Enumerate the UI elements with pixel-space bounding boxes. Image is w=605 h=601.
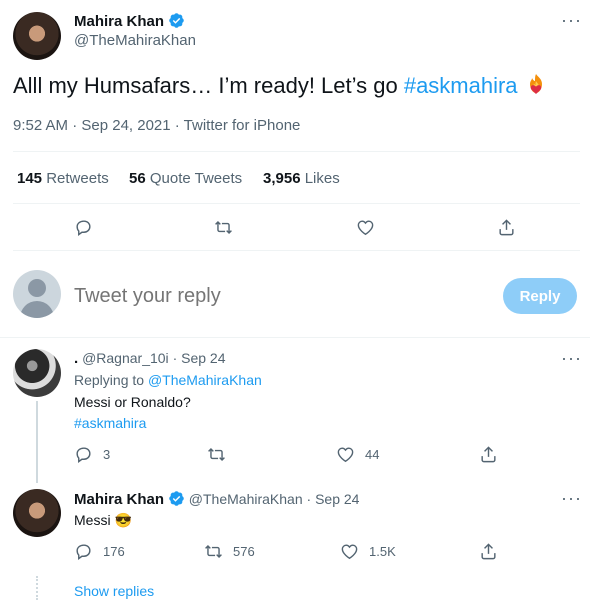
reply-retweet-button[interactable]: 576 xyxy=(204,542,255,561)
replying-to-handle[interactable]: @TheMahiraKhan xyxy=(148,372,262,388)
reply-icon xyxy=(76,447,91,464)
like-icon xyxy=(341,544,358,560)
thread-line-dotted xyxy=(36,576,38,600)
fire-heart-emoji-icon xyxy=(529,74,542,94)
sunglasses-emoji-icon: 😎 xyxy=(114,512,132,528)
quotes-label: Quote Tweets xyxy=(149,170,243,187)
share-button[interactable] xyxy=(497,218,516,237)
reply-text: Messi or Ronaldo? xyxy=(74,394,191,410)
retweets-label: Retweets xyxy=(46,170,109,187)
share-icon xyxy=(499,219,514,236)
reply-handle[interactable]: @TheMahiraKhan xyxy=(189,491,303,507)
retweets-count: 145 xyxy=(17,170,43,187)
reply-avatar[interactable] xyxy=(13,349,61,397)
reply-name[interactable]: Mahira Khan xyxy=(74,491,164,508)
share-icon xyxy=(481,543,496,560)
like-icon xyxy=(337,447,354,463)
reply-button[interactable] xyxy=(74,218,93,237)
author-handle[interactable]: @TheMahiraKhan xyxy=(74,32,196,49)
divider xyxy=(13,203,580,204)
reply-share-button[interactable] xyxy=(479,445,498,464)
reply-share-button[interactable] xyxy=(479,542,498,561)
reply-retweet-button[interactable] xyxy=(207,445,226,464)
more-icon[interactable]: ··· xyxy=(561,349,582,367)
reply-avatar[interactable] xyxy=(13,489,61,537)
reply-like-button[interactable]: 44 xyxy=(336,445,379,464)
show-replies-link[interactable]: Show replies xyxy=(74,583,154,599)
replying-to-label: Replying to xyxy=(74,372,145,388)
tweet-text-body: Alll my Humsafars… I’m ready! Let’s go xyxy=(13,73,404,98)
author-avatar[interactable] xyxy=(13,12,61,60)
divider xyxy=(0,337,590,338)
retweet-icon xyxy=(208,447,225,462)
reply-date[interactable]: · Sep 24 xyxy=(307,491,360,507)
retweet-count: 576 xyxy=(233,544,255,559)
like-count: 1.5K xyxy=(369,544,396,559)
reply-text: Messi xyxy=(74,512,111,528)
retweet-button[interactable] xyxy=(214,218,233,237)
like-icon xyxy=(357,220,374,236)
reply-count: 176 xyxy=(103,544,125,559)
author-name[interactable]: Mahira Khan xyxy=(74,13,164,30)
reply-reply-button[interactable]: 3 xyxy=(74,445,110,464)
reply-name[interactable]: . xyxy=(74,350,78,367)
divider xyxy=(13,151,580,152)
reply-icon xyxy=(76,220,91,237)
user-avatar[interactable] xyxy=(13,270,61,318)
likes-label: Likes xyxy=(304,170,340,187)
retweet-icon xyxy=(205,544,222,559)
like-button[interactable] xyxy=(356,218,375,237)
thread-line xyxy=(36,401,38,483)
reply-input[interactable] xyxy=(74,282,474,310)
reply-date[interactable]: · Sep 24 xyxy=(173,350,226,366)
reply-reply-button[interactable]: 176 xyxy=(74,542,125,561)
reply-handle[interactable]: @Ragnar_10i xyxy=(82,350,169,366)
retweet-icon xyxy=(215,220,232,235)
reply-submit-button[interactable]: Reply xyxy=(503,278,577,314)
likes-count: 3,956 xyxy=(263,170,301,187)
reply-icon xyxy=(76,544,91,561)
tweet-text: Alll my Humsafars… I’m ready! Let’s go #… xyxy=(13,72,548,100)
reply-like-button[interactable]: 1.5K xyxy=(340,542,396,561)
retweets-stat[interactable]: 145 Retweets xyxy=(17,170,109,187)
quotes-count: 56 xyxy=(129,170,146,187)
more-icon[interactable]: ··· xyxy=(561,11,582,29)
verified-icon xyxy=(169,13,185,28)
reply-count: 3 xyxy=(103,447,111,462)
divider xyxy=(13,250,580,251)
verified-icon xyxy=(169,491,184,506)
reply-hashtag[interactable]: #askmahira xyxy=(74,415,146,431)
share-icon xyxy=(481,446,496,463)
quotes-stat[interactable]: 56 Quote Tweets xyxy=(129,170,242,187)
likes-stat[interactable]: 3,956 Likes xyxy=(263,170,340,187)
more-icon[interactable]: ··· xyxy=(561,489,582,507)
tweet-hashtag[interactable]: #askmahira xyxy=(404,73,518,98)
tweet-timestamp[interactable]: 9:52 AM · Sep 24, 2021 · Twitter for iPh… xyxy=(13,117,300,134)
like-count: 44 xyxy=(365,447,380,462)
